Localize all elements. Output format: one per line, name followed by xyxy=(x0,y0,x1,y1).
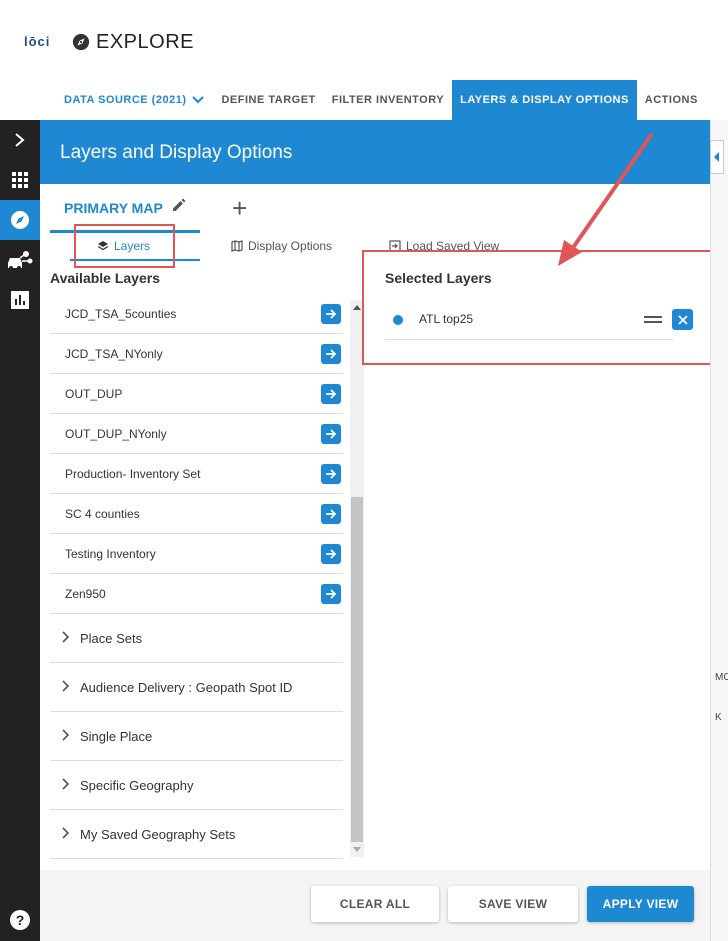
add-layer-button[interactable] xyxy=(321,384,341,404)
help-icon: ? xyxy=(10,910,30,930)
subtab-display-options-label: Display Options xyxy=(248,239,333,253)
layer-row: SC 4 counties xyxy=(50,494,343,534)
layer-row: OUT_DUP_NYonly xyxy=(50,414,343,454)
tab-define-target[interactable]: DEFINE TARGET xyxy=(213,80,323,120)
page-title: EXPLORE xyxy=(96,31,194,53)
group-row-single-place[interactable]: Single Place xyxy=(50,712,343,761)
compass-icon xyxy=(11,211,29,229)
explore-rail-button[interactable] xyxy=(0,200,40,240)
layer-row: Testing Inventory xyxy=(50,534,343,574)
arrow-right-icon xyxy=(326,509,337,519)
left-rail: ? xyxy=(0,120,40,941)
group-label: Audience Delivery : Geopath Spot ID xyxy=(80,679,293,695)
chevron-right-icon xyxy=(15,133,25,147)
layer-name: JCD_TSA_5counties xyxy=(65,306,177,321)
tab-actions[interactable]: ACTIONS xyxy=(637,80,706,120)
chevron-left-icon xyxy=(714,152,719,162)
vehicle-route-icon xyxy=(8,251,33,270)
layer-row: Zen950 xyxy=(50,574,343,614)
layer-name: JCD_TSA_NYonly xyxy=(65,346,163,361)
add-map-button[interactable]: + xyxy=(232,195,247,221)
layer-name: OUT_DUP_NYonly xyxy=(65,426,167,441)
grid-icon xyxy=(12,172,28,188)
highlight-box-selected xyxy=(362,250,714,365)
workflow-rail-button[interactable] xyxy=(0,240,40,280)
clear-all-button[interactable]: CLEAR ALL xyxy=(311,886,439,922)
apps-grid-button[interactable] xyxy=(0,160,40,200)
group-label: My Saved Geography Sets xyxy=(80,826,236,842)
arrow-right-icon xyxy=(326,429,337,439)
group-label: Place Sets xyxy=(80,630,143,646)
add-layer-button[interactable] xyxy=(321,504,341,524)
layer-row: JCD_TSA_NYonly xyxy=(50,334,343,374)
arrow-right-icon xyxy=(326,549,337,559)
add-layer-button[interactable] xyxy=(321,344,341,364)
subtab-display-options[interactable]: Display Options xyxy=(231,239,332,253)
chevron-right-icon xyxy=(62,680,70,692)
panel-title: Layers and Display Options xyxy=(60,142,293,163)
chevron-right-icon xyxy=(62,631,70,643)
layers-scrollbar[interactable] xyxy=(350,300,364,857)
layer-row: Production- Inventory Set xyxy=(50,454,343,494)
chevron-right-icon xyxy=(62,778,70,790)
scrollbar-thumb[interactable] xyxy=(351,497,363,842)
arrow-right-icon xyxy=(326,469,337,479)
arrow-right-icon xyxy=(326,309,337,319)
data-source-dropdown[interactable]: DATA SOURCE (2021) xyxy=(50,80,213,120)
save-view-button[interactable]: SAVE VIEW xyxy=(448,886,578,922)
chevron-right-icon xyxy=(62,729,70,741)
data-source-label: DATA SOURCE (2021) xyxy=(64,94,187,106)
add-layer-button[interactable] xyxy=(321,424,341,444)
annotation-arrow xyxy=(558,132,654,266)
map-icon xyxy=(231,240,243,252)
svg-text:?: ? xyxy=(16,912,25,928)
layer-name: SC 4 counties xyxy=(65,506,140,521)
loci-logo[interactable]: lōci xyxy=(24,34,50,49)
arrow-right-icon xyxy=(326,589,337,599)
available-layers-list: JCD_TSA_5counties JCD_TSA_NYonly OUT_DUP… xyxy=(50,294,343,859)
layer-row: OUT_DUP xyxy=(50,374,343,414)
scroll-up-icon[interactable] xyxy=(353,304,361,310)
compass-icon xyxy=(72,33,90,51)
bar-chart-icon xyxy=(11,291,29,309)
layer-name: Zen950 xyxy=(65,586,106,601)
tab-layers-display-options[interactable]: LAYERS & DISPLAY OPTIONS xyxy=(452,80,637,120)
panel-footer: CLEAR ALL SAVE VIEW APPLY VIEW xyxy=(40,870,710,941)
expand-rail-button[interactable] xyxy=(0,120,40,160)
tab-primary-map[interactable]: PRIMARY MAP xyxy=(64,200,163,216)
group-label: Single Place xyxy=(80,728,153,744)
group-row-place-sets[interactable]: Place Sets xyxy=(50,614,343,663)
chevron-right-icon xyxy=(62,827,70,839)
available-layers-title: Available Layers xyxy=(50,270,160,286)
layer-name: Production- Inventory Set xyxy=(65,466,201,481)
group-row-audience-delivery[interactable]: Audience Delivery : Geopath Spot ID xyxy=(50,663,343,712)
tab-filter-inventory[interactable]: FILTER INVENTORY xyxy=(324,80,452,120)
group-row-specific-geography[interactable]: Specific Geography xyxy=(50,761,343,810)
layer-name: Testing Inventory xyxy=(65,546,156,561)
chevron-down-icon xyxy=(192,96,205,104)
edit-pencil-icon[interactable] xyxy=(171,197,187,213)
map-label: MO xyxy=(715,672,728,683)
map-collapse-button[interactable] xyxy=(710,140,724,174)
layer-row: JCD_TSA_5counties xyxy=(50,294,343,334)
add-layer-button[interactable] xyxy=(321,464,341,484)
highlight-box-layers xyxy=(74,224,175,268)
reports-rail-button[interactable] xyxy=(0,280,40,320)
layer-name: OUT_DUP xyxy=(65,386,123,401)
help-button[interactable]: ? xyxy=(0,900,40,940)
add-layer-button[interactable] xyxy=(321,304,341,324)
apply-view-button[interactable]: APPLY VIEW xyxy=(587,886,694,922)
arrow-right-icon xyxy=(326,349,337,359)
map-preview[interactable]: MO K xyxy=(710,120,728,941)
arrow-right-icon xyxy=(326,389,337,399)
app-root: lōci EXPLORE DATA SOURCE (2021) DEFINE T… xyxy=(0,0,728,941)
group-row-saved-geography-sets[interactable]: My Saved Geography Sets xyxy=(50,810,343,859)
map-label: K xyxy=(715,712,722,723)
add-layer-button[interactable] xyxy=(321,584,341,604)
add-layer-button[interactable] xyxy=(321,544,341,564)
top-nav: DATA SOURCE (2021) DEFINE TARGET FILTER … xyxy=(50,80,706,120)
group-label: Specific Geography xyxy=(80,777,194,793)
scroll-down-icon[interactable] xyxy=(353,847,361,853)
